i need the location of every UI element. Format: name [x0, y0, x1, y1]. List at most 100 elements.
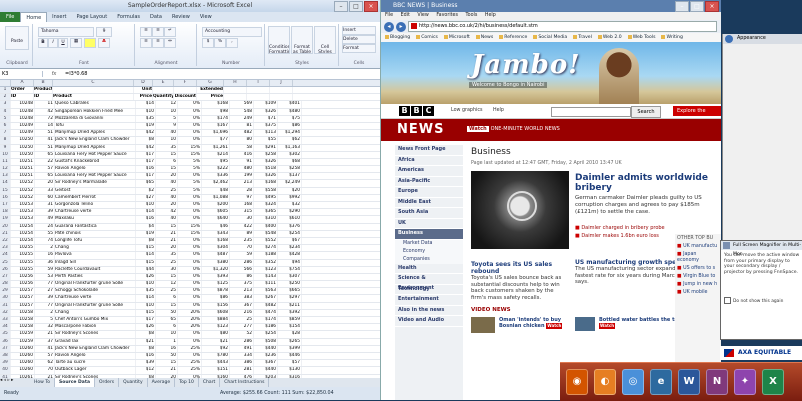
cell[interactable]: 10258	[11, 309, 35, 316]
cell[interactable]: 0%	[178, 252, 202, 259]
cell[interactable]: $16	[136, 216, 156, 223]
cell[interactable]: $365	[254, 209, 278, 216]
taskbar-onenote-icon[interactable]: N	[706, 369, 728, 395]
cell[interactable]: $168	[254, 180, 278, 187]
cell[interactable]: $336	[202, 173, 230, 180]
cell[interactable]: 40	[156, 130, 178, 137]
cell[interactable]: 62	[35, 360, 55, 367]
cell[interactable]: 60	[35, 194, 55, 201]
cell[interactable]: 5	[35, 317, 55, 324]
cell[interactable]: $35	[136, 288, 156, 295]
cell[interactable]: $44	[136, 266, 156, 273]
row-number[interactable]: 20	[0, 223, 11, 230]
left-nav-item[interactable]: Technology	[395, 285, 463, 295]
cell[interactable]: $446	[278, 352, 302, 360]
cell[interactable]: 0%	[178, 266, 202, 273]
cell[interactable]: $55	[254, 137, 278, 144]
row-number[interactable]: 28	[0, 281, 11, 288]
cell[interactable]: 15%	[178, 144, 202, 151]
cell[interactable]: $1,088	[202, 194, 230, 201]
cell[interactable]: $57	[278, 360, 302, 367]
cell[interactable]: Raclette Courdavault	[55, 266, 136, 273]
italic-button[interactable]: I	[48, 38, 58, 48]
cell[interactable]: $20	[278, 187, 302, 194]
cell[interactable]: 10254	[11, 223, 35, 230]
cell[interactable]: Gustaf's Knäckebröd	[55, 158, 136, 166]
cell[interactable]: $15	[136, 259, 156, 266]
cell[interactable]: $474	[254, 309, 278, 316]
cell[interactable]: 10252	[11, 180, 35, 187]
cell[interactable]: 30	[230, 216, 254, 223]
cell[interactable]: 57	[35, 352, 55, 360]
cell[interactable]: $167	[202, 122, 230, 130]
format-cells-button[interactable]: Format	[342, 44, 376, 53]
cell[interactable]: 55	[35, 230, 55, 237]
cell[interactable]: $665	[278, 288, 302, 295]
cell[interactable]: $95	[202, 158, 230, 166]
cell[interactable]: 10248	[11, 115, 35, 122]
cell[interactable]: Price	[197, 94, 224, 101]
menu-favorites[interactable]: Favorites	[436, 13, 458, 18]
cell[interactable]: 11	[35, 101, 55, 108]
sheet-tab[interactable]: How To	[30, 378, 55, 387]
cell[interactable]: 0%	[178, 281, 202, 288]
left-nav-item[interactable]: News Front Page	[395, 145, 463, 156]
left-nav-item[interactable]: Americas	[395, 166, 463, 177]
cell[interactable]: Jack's New England Clam Chowder	[55, 345, 136, 352]
cell[interactable]: $14	[136, 101, 156, 108]
cell[interactable]: 16	[35, 252, 55, 259]
cell[interactable]: 315	[230, 209, 254, 216]
cell[interactable]: Outback Lager	[55, 367, 136, 374]
menu-file[interactable]: File	[385, 13, 393, 18]
cell[interactable]: 65	[156, 317, 178, 324]
cell[interactable]: 15	[156, 151, 178, 158]
cell[interactable]: $440	[254, 367, 278, 374]
currency-icon[interactable]: $	[202, 38, 214, 48]
cell[interactable]: $324	[254, 202, 278, 209]
cell[interactable]: 10250	[11, 137, 35, 144]
cell[interactable]: $65	[136, 180, 156, 187]
row-number[interactable]: 2	[0, 94, 11, 101]
cell[interactable]: $62	[278, 137, 302, 144]
cell[interactable]: $608	[202, 309, 230, 316]
row-number[interactable]: 3	[0, 101, 11, 108]
cell[interactable]: 36	[35, 259, 55, 266]
cell[interactable]: 10260	[11, 345, 35, 352]
cell[interactable]: 10	[156, 108, 178, 115]
cell[interactable]: 235	[230, 237, 254, 245]
cell[interactable]: 286	[230, 259, 254, 266]
bookmark-item[interactable]: News	[476, 35, 493, 40]
cell[interactable]	[247, 87, 270, 94]
cell[interactable]: $130	[278, 367, 302, 374]
cell[interactable]: 28	[230, 187, 254, 194]
cell[interactable]: Louisiana Fiery Hot Pepper Sauce	[55, 173, 136, 180]
cell[interactable]: 548	[230, 108, 254, 115]
cell[interactable]: $10	[136, 302, 156, 309]
cell[interactable]: $16	[136, 166, 156, 173]
cell[interactable]: 58	[230, 144, 254, 151]
cell[interactable]: $254	[278, 230, 302, 237]
row-number[interactable]: 39	[0, 360, 11, 367]
cell[interactable]: $1,163	[278, 144, 302, 151]
cell[interactable]: $495	[254, 194, 278, 201]
cell[interactable]: $46	[202, 223, 230, 230]
row-number[interactable]: 21	[0, 230, 11, 237]
cell[interactable]: $1,320	[202, 266, 230, 273]
cell[interactable]: Jack's New England Clam Chowder	[55, 137, 136, 144]
cell[interactable]: $21	[136, 338, 156, 345]
cell[interactable]: $28	[278, 331, 302, 338]
cell[interactable]: 15%	[178, 223, 202, 230]
cell[interactable]: Unit	[134, 87, 153, 94]
cell[interactable]: 10250	[11, 144, 35, 151]
cell[interactable]: 10255	[11, 259, 35, 266]
cell[interactable]: 277	[230, 324, 254, 331]
cell[interactable]: 57	[35, 166, 55, 173]
cell[interactable]: 25%	[178, 360, 202, 367]
cell[interactable]: $186	[254, 324, 278, 331]
row-number[interactable]: 33	[0, 317, 11, 324]
bookmark-item[interactable]: Social Media	[533, 35, 567, 40]
maximize-button[interactable]: □	[690, 1, 704, 12]
cell[interactable]: 5%	[178, 158, 202, 166]
cell[interactable]: 5%	[178, 166, 202, 173]
row-number[interactable]: 8	[0, 137, 11, 144]
